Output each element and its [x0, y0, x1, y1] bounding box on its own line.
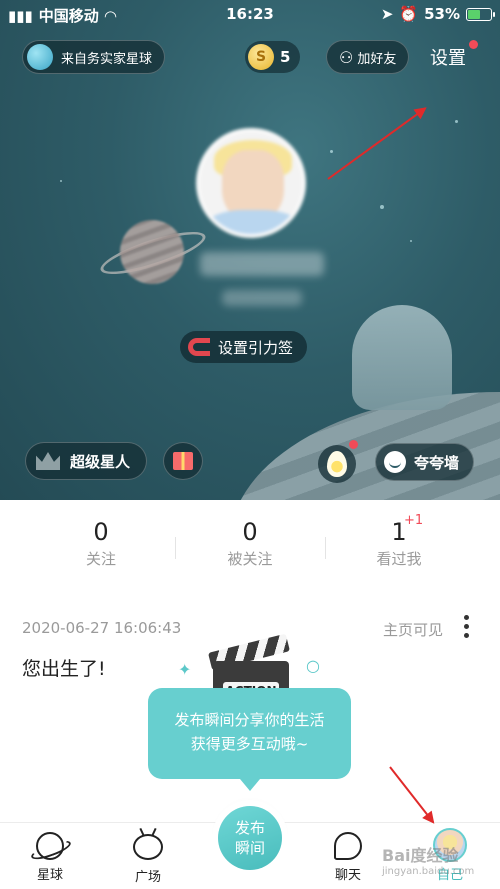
origin-planet-button[interactable]: 来自务实家星球 [22, 40, 166, 74]
profile-hero [0, 0, 500, 500]
tab-planet[interactable]: 星球 [20, 832, 80, 883]
publish-line-2: 瞬间 [234, 839, 265, 857]
chat-tab-icon [334, 832, 362, 860]
blurred-user-info [222, 290, 302, 306]
egg-button[interactable] [318, 445, 356, 483]
stat-label: 关注 [85, 550, 116, 568]
star-decoration [455, 120, 458, 123]
battery-percent: 53% [424, 5, 460, 23]
alarm-icon: ⏰ [399, 5, 419, 23]
stat-following[interactable]: 0 关注 [26, 518, 176, 569]
square-tab-icon [133, 834, 163, 860]
smile-icon [384, 451, 406, 473]
stat-value: 0 [93, 518, 109, 546]
watermark-url: jingyan.baidu.com [382, 866, 475, 877]
star-decoration [380, 205, 384, 209]
post-content: 您出生了! [22, 658, 106, 680]
gift-icon [173, 452, 193, 470]
publish-moment-button[interactable]: 发布 瞬间 [218, 806, 282, 870]
location-icon: ➤ [380, 5, 394, 23]
visitor-increment-badge: +1 [404, 513, 424, 528]
tip-line-1: 发布瞬间分享你的生活 [174, 711, 325, 729]
magnet-icon [188, 338, 210, 356]
ghost-mascot [352, 305, 452, 410]
battery-icon [466, 7, 495, 21]
praise-wall-button[interactable]: 夸夸墙 [375, 443, 475, 481]
stat-label: 被关注 [227, 550, 273, 568]
stat-followers[interactable]: 0 被关注 [175, 518, 325, 569]
tip-line-2: 获得更多互动哦~ [190, 735, 309, 753]
add-friend-label: 加好友 [357, 51, 397, 67]
annotation-arrow [389, 766, 434, 823]
blurred-username [200, 252, 324, 276]
gift-button[interactable] [163, 442, 203, 480]
post-timestamp: 2020-06-27 16:06:43 [22, 619, 182, 637]
egg-notification-dot [349, 440, 358, 449]
super-star-label: 超级星人 [70, 452, 131, 471]
avatar-shirt [206, 210, 300, 234]
planet-icon [27, 44, 53, 70]
praise-wall-label: 夸夸墙 [414, 453, 460, 472]
super-star-button[interactable]: 超级星人 [25, 442, 148, 480]
add-friend-button[interactable]: ⚇ 加好友 [326, 40, 410, 74]
battery-level [468, 9, 480, 19]
tab-label: 聊天 [334, 868, 361, 883]
crown-icon [36, 452, 60, 470]
status-bar: ▮▮▮ 中国移动 ◠ 16:23 ➤ ⏰ 53% [0, 0, 500, 30]
tab-square[interactable]: 广场 [118, 832, 178, 885]
stat-label: 看过我 [376, 550, 422, 568]
stat-visitors[interactable]: 1 看过我 [324, 518, 474, 569]
sparkle-icon: ✦ [178, 660, 192, 679]
tab-label: 星球 [36, 868, 63, 883]
star-decoration [330, 150, 333, 153]
origin-label: 来自务实家星球 [61, 51, 153, 67]
stat-value: 0 [242, 518, 258, 546]
settings-button[interactable]: 设置 [430, 44, 466, 70]
publish-line-1: 发布 [234, 819, 265, 837]
coin-count: 5 [280, 48, 291, 66]
stat-value: 1 [391, 518, 407, 546]
tab-chat[interactable]: 聊天 [318, 832, 378, 883]
notification-dot [469, 40, 478, 49]
watermark-brand: Bai度经验 [382, 846, 459, 865]
tab-label: 广场 [134, 870, 161, 885]
more-options-icon[interactable] [462, 615, 470, 638]
planet-tab-icon [36, 832, 64, 860]
post-visibility[interactable]: 主页可见 [383, 619, 443, 640]
clock: 16:23 [226, 5, 274, 23]
gravity-tag-button[interactable]: 设置引力签 [180, 331, 308, 363]
gravity-tag-label: 设置引力签 [218, 338, 294, 357]
profile-avatar[interactable] [196, 128, 306, 238]
add-person-icon: ⚇ [339, 47, 354, 67]
coin-icon: S [248, 44, 274, 70]
planet-decoration [120, 220, 184, 284]
ring-sparkle-icon: ○ [306, 656, 320, 675]
egg-icon [327, 451, 347, 477]
star-decoration [60, 180, 62, 182]
star-decoration [410, 240, 412, 242]
coin-balance-button[interactable]: S 5 [245, 41, 301, 73]
publish-tip-bubble[interactable]: 发布瞬间分享你的生活 获得更多互动哦~ [148, 688, 351, 791]
